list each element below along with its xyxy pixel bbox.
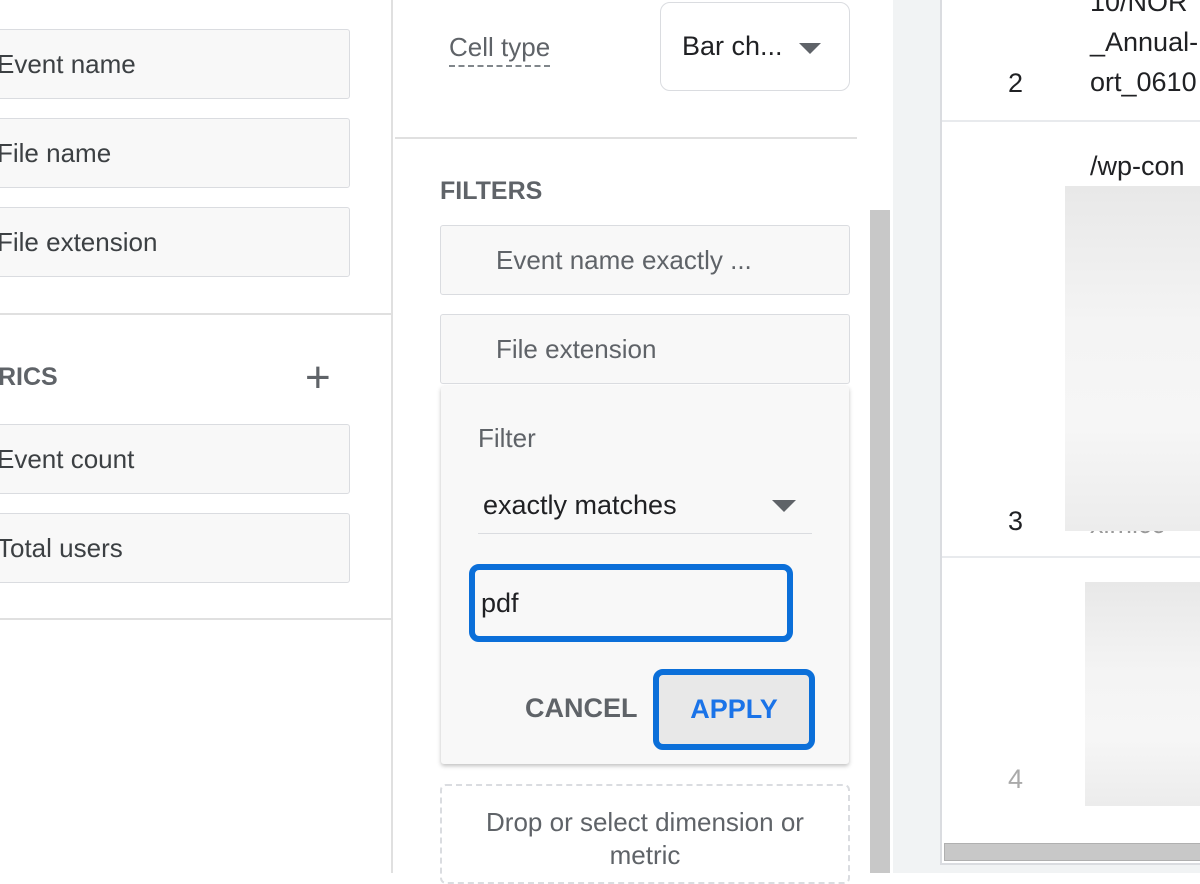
table-row[interactable]: 2 10/NOR _Annual- ort_0610	[942, 0, 1200, 122]
variables-panel: Event name File name File extension RICS…	[0, 0, 393, 873]
cancel-button[interactable]: CANCEL	[525, 693, 638, 724]
caret-down-icon	[799, 43, 821, 54]
filter-file-extension[interactable]: File extension	[440, 314, 850, 384]
apply-button[interactable]: APPLY	[653, 669, 815, 750]
table-row[interactable]: 4	[942, 560, 1200, 840]
table-row[interactable]: 3 /wp-con xlmlсс	[942, 122, 1200, 558]
horizontal-scrollbar[interactable]	[944, 843, 1200, 861]
settings-panel: Cell type Bar ch... FILTERS Event name e…	[395, 0, 893, 884]
cell-type-label: Cell type	[449, 32, 551, 67]
dimension-event-name[interactable]: Event name	[0, 29, 350, 99]
filter-value-input[interactable]: pdf	[469, 564, 793, 642]
filter-label: Filter	[478, 423, 536, 453]
filter-editor-popup: Filter exactly matches pdf CANCEL APPLY	[441, 386, 849, 764]
match-type-select[interactable]: exactly matches	[478, 482, 812, 534]
redacted-content	[1065, 186, 1200, 531]
divider	[0, 618, 393, 620]
filters-heading: FILTERS	[440, 177, 543, 205]
redacted-content	[1085, 582, 1200, 806]
caret-down-icon	[772, 500, 796, 512]
filter-event-name[interactable]: Event name exactly ...	[440, 225, 850, 295]
divider	[395, 137, 857, 139]
vertical-scrollbar[interactable]	[870, 210, 890, 873]
filter-drop-zone[interactable]: Drop or select dimension or metric	[440, 784, 850, 884]
divider	[0, 313, 393, 315]
data-table: 2 10/NOR _Annual- ort_0610 3 /wp-con xlm…	[940, 0, 1200, 865]
dimension-file-extension[interactable]: File extension	[0, 207, 350, 277]
metric-event-count[interactable]: Event count	[0, 424, 350, 494]
metrics-heading: RICS	[0, 363, 58, 391]
metric-total-users[interactable]: Total users	[0, 513, 350, 583]
dimension-file-name[interactable]: File name	[0, 118, 350, 188]
plus-icon[interactable]: +	[305, 350, 331, 406]
cell-type-select[interactable]: Bar ch...	[660, 2, 850, 91]
